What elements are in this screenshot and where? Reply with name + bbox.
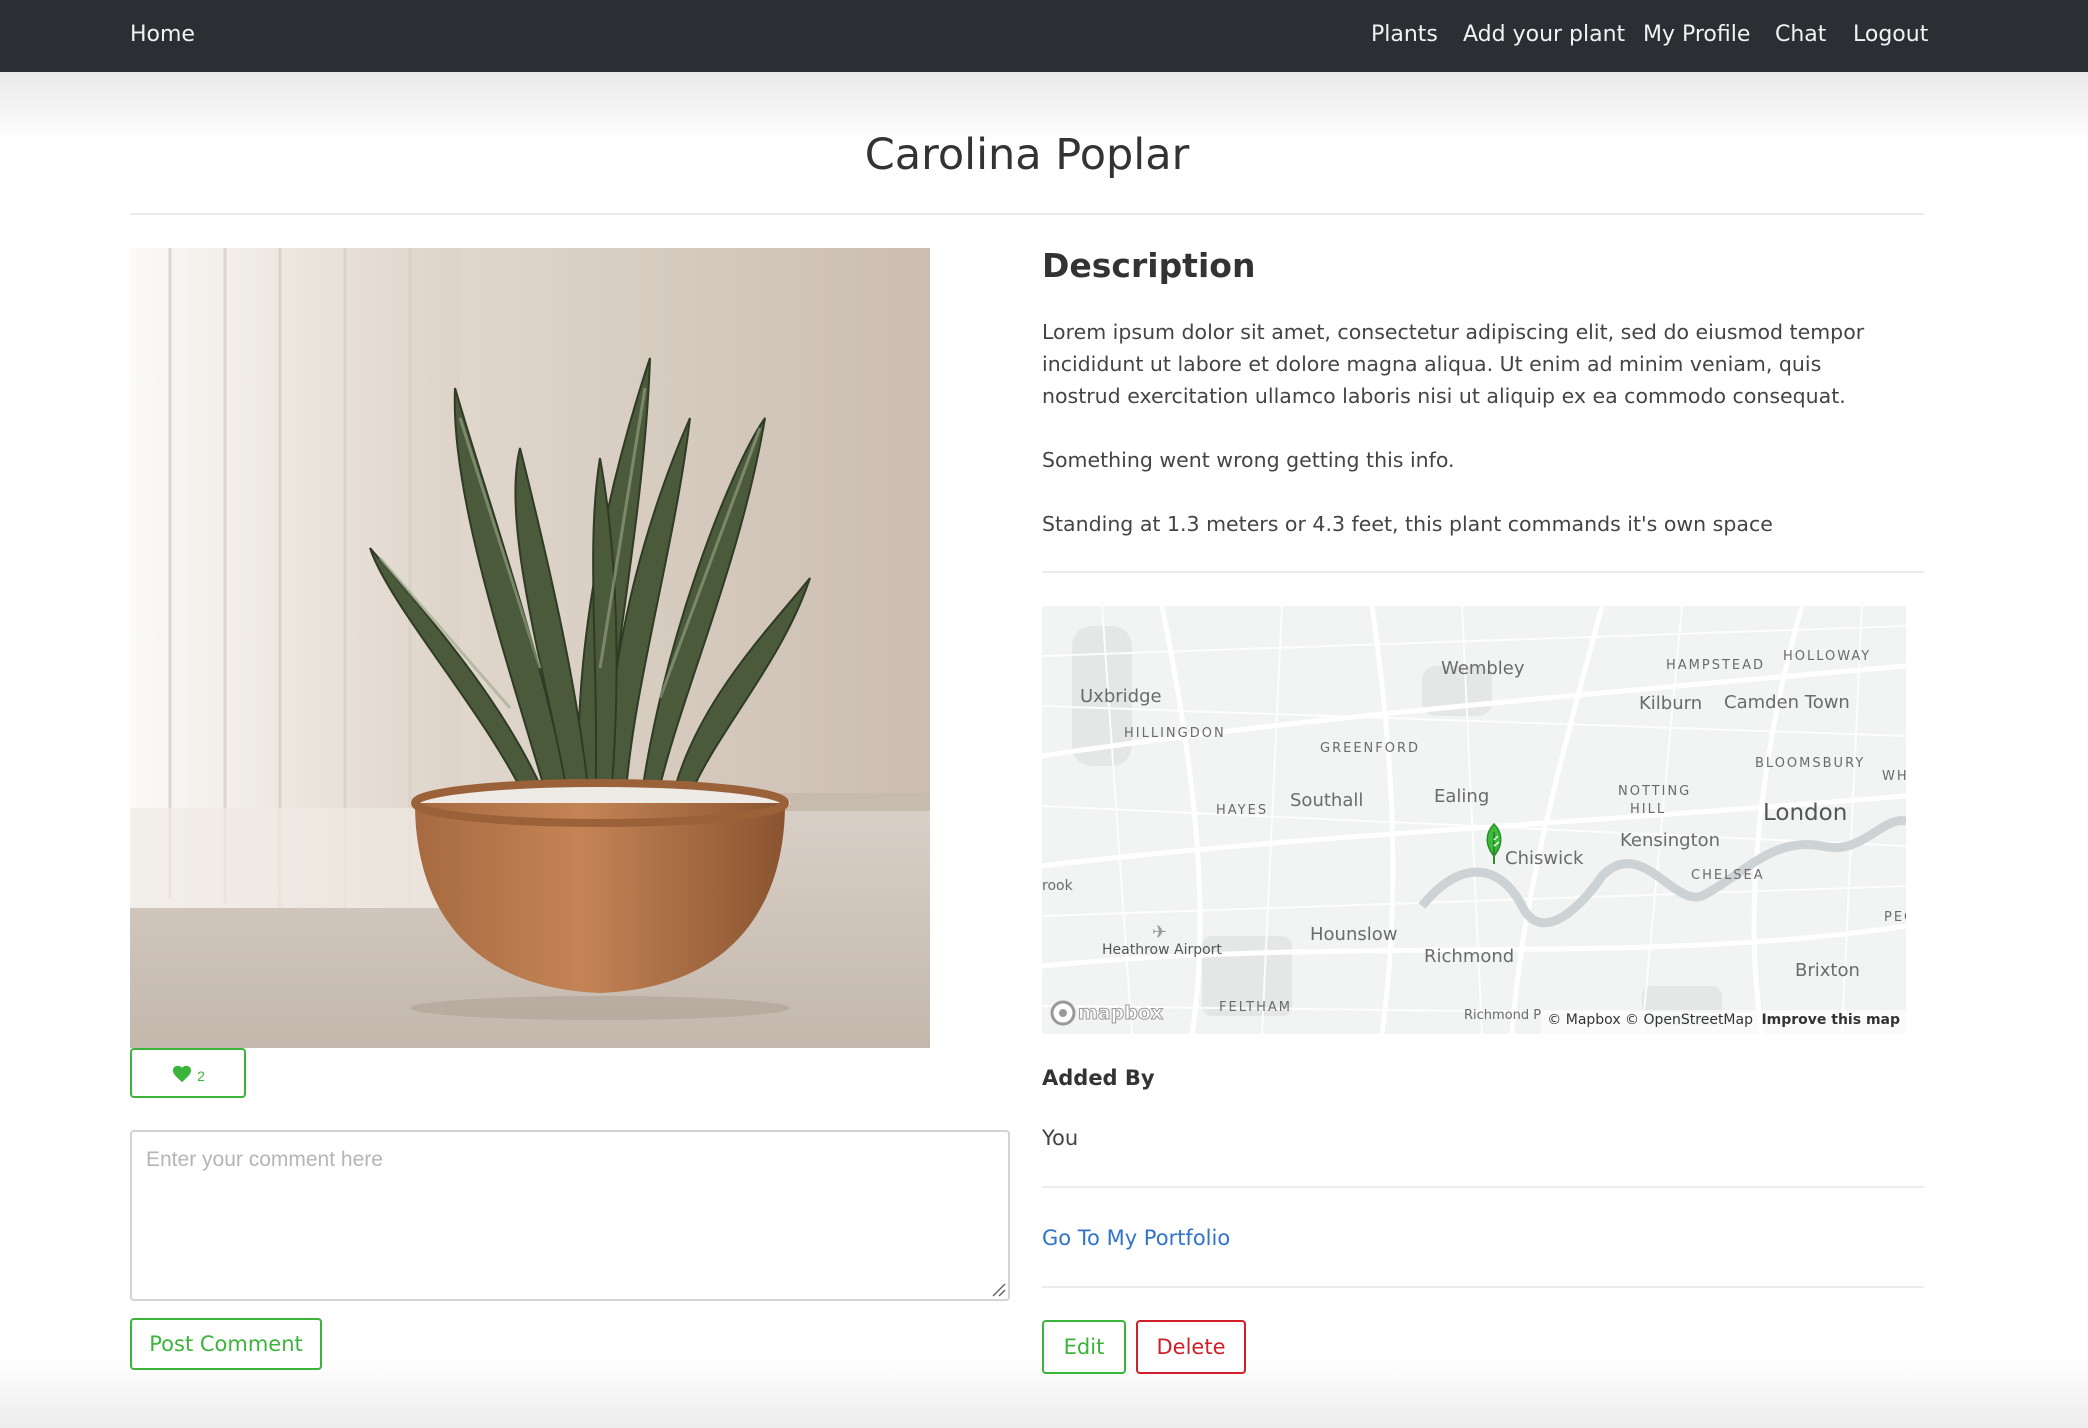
nav-chat-link[interactable]: Chat <box>1775 22 1826 47</box>
mapbox-logo-text: mapbox <box>1077 1002 1164 1025</box>
go-to-portfolio-link[interactable]: Go To My Portfolio <box>1042 1226 1230 1250</box>
plant-image <box>130 248 930 1048</box>
added-by-label: Added By <box>1042 1066 1155 1090</box>
map-label-notting: NOTTING <box>1618 784 1692 799</box>
nav-logout-link[interactable]: Logout <box>1853 22 1928 47</box>
map-label-kilburn: Kilburn <box>1639 693 1703 714</box>
comment-input[interactable] <box>130 1130 1010 1301</box>
nav-plants-link[interactable]: Plants <box>1371 22 1438 47</box>
map-label-bloomsbury: BLOOMSBURY <box>1755 756 1866 771</box>
map-label-richmond: Richmond <box>1424 946 1515 967</box>
plant-location-marker-icon[interactable] <box>1482 822 1506 866</box>
owner-divider <box>1042 1186 1924 1188</box>
resize-grip-icon[interactable] <box>990 1281 1006 1297</box>
map-label-pec: PEC <box>1884 910 1906 925</box>
map-label-rook: rook <box>1042 878 1073 894</box>
mapbox-logo-icon <box>1050 1000 1076 1026</box>
map-label-southall: Southall <box>1290 790 1364 811</box>
map-attribution-text[interactable]: © Mapbox © OpenStreetMap <box>1547 1012 1753 1028</box>
delete-button[interactable]: Delete <box>1136 1320 1246 1374</box>
title-divider <box>130 213 1924 215</box>
description-text: Lorem ipsum dolor sit amet, consectetur … <box>1042 320 1865 408</box>
map-label-chelsea: CHELSEA <box>1691 868 1765 883</box>
mapbox-logo[interactable]: mapbox <box>1050 1000 1164 1026</box>
portfolio-divider <box>1042 1286 1924 1288</box>
description-divider <box>1042 571 1924 573</box>
navbar: Home Plants Add your plant My Profile Ch… <box>0 0 2088 72</box>
nav-my-profile-link[interactable]: My Profile <box>1643 22 1750 47</box>
map-label-whi: WHI <box>1882 769 1906 784</box>
map-label-hounslow: Hounslow <box>1310 924 1398 945</box>
map-label-hill: HILL <box>1630 802 1667 817</box>
added-by-value: You <box>1042 1126 1079 1150</box>
nav-home-link[interactable]: Home <box>130 22 195 47</box>
heart-icon <box>173 1065 192 1083</box>
airport-icon: ✈ <box>1152 922 1168 943</box>
map-label-london: London <box>1763 800 1848 826</box>
map-label-feltham: FELTHAM <box>1219 1000 1292 1015</box>
map-label-chiswick: Chiswick <box>1505 848 1584 869</box>
map-label-kensington: Kensington <box>1620 830 1721 851</box>
location-map[interactable]: Wembley HAMPSTEAD HOLLOWAY Uxbridge Kilb… <box>1042 606 1906 1034</box>
map-label-ealing: Ealing <box>1434 786 1490 807</box>
map-label-richmond-park: Richmond P <box>1464 1008 1542 1023</box>
map-label-camden-town: Camden Town <box>1724 692 1850 713</box>
like-count: 2 <box>197 1068 205 1084</box>
page-title: Carolina Poplar <box>864 130 1190 180</box>
map-label-hampstead: HAMPSTEAD <box>1666 658 1766 673</box>
description-info-error: Something went wrong getting this info. <box>1042 448 1455 472</box>
map-label-brixton: Brixton <box>1795 960 1860 981</box>
map-label-greenford: GREENFORD <box>1320 741 1421 756</box>
post-comment-button[interactable]: Post Comment <box>130 1318 322 1370</box>
description-heading: Description <box>1042 246 1256 285</box>
edit-button[interactable]: Edit <box>1042 1320 1126 1374</box>
like-button[interactable]: 2 <box>130 1048 246 1098</box>
map-label-wembley: Wembley <box>1441 658 1525 679</box>
nav-add-plant-link[interactable]: Add your plant <box>1463 22 1625 47</box>
map-label-heathrow-airport: Heathrow Airport <box>1102 942 1222 958</box>
map-attribution: © Mapbox © OpenStreetMap Improve this ma… <box>1541 1010 1906 1034</box>
map-label-holloway: HOLLOWAY <box>1783 649 1872 664</box>
description-height: Standing at 1.3 meters or 4.3 feet, this… <box>1042 512 1773 536</box>
map-label-uxbridge: Uxbridge <box>1080 686 1162 707</box>
map-label-hayes: HAYES <box>1216 803 1269 818</box>
map-label-hillingdon: HILLINGDON <box>1124 726 1226 741</box>
improve-map-link[interactable]: Improve this map <box>1761 1012 1900 1028</box>
